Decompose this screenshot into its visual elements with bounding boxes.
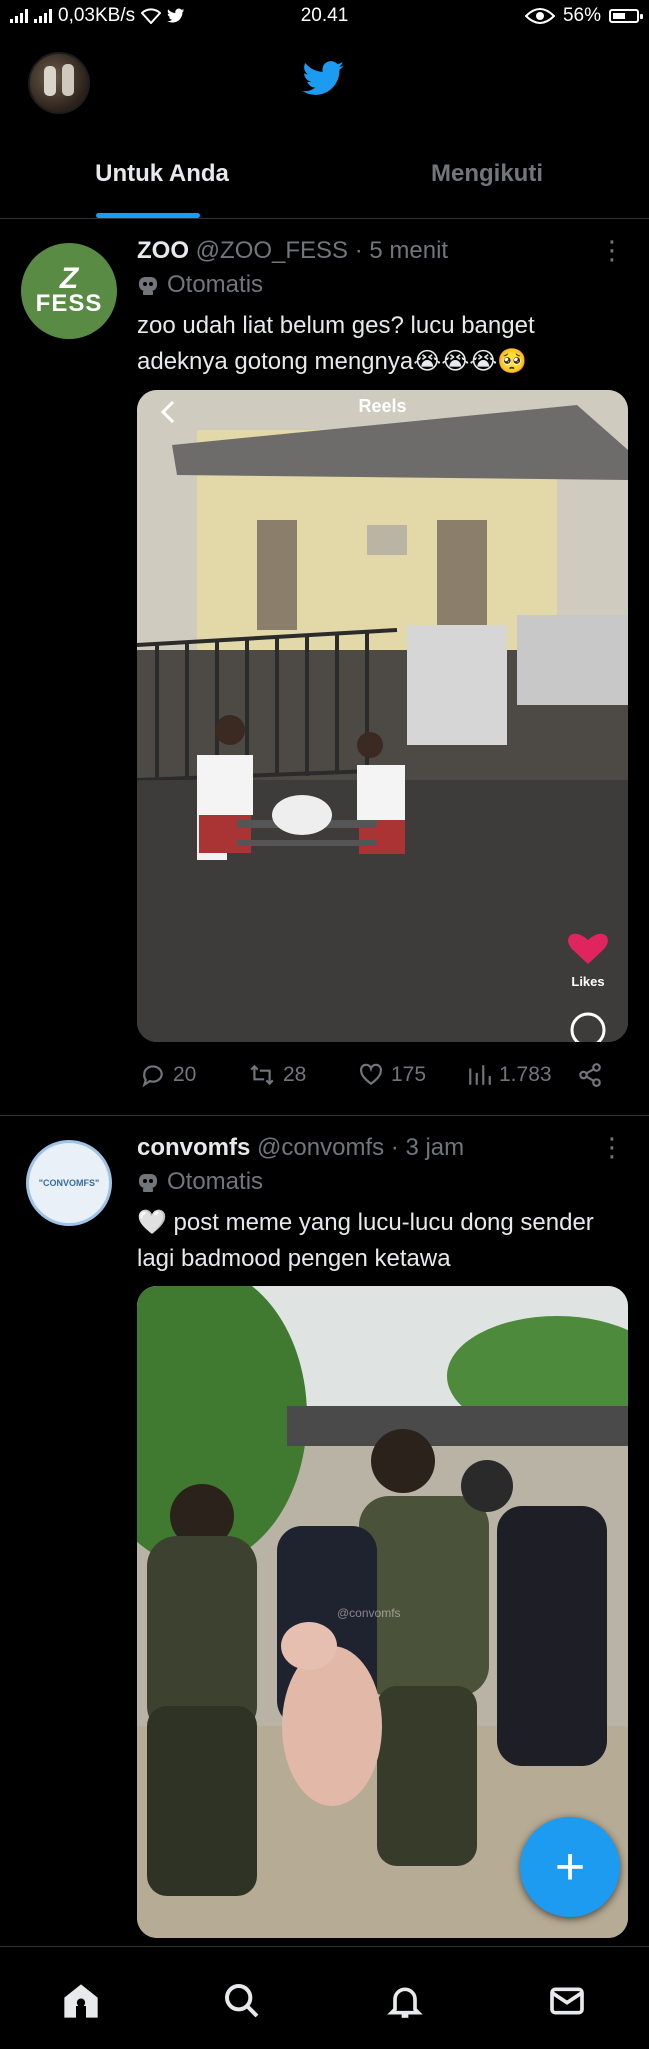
tweet-text: 🤍 post meme yang lucu-lucu dong sender l… [137,1209,594,1272]
more-options-icon[interactable]: ⋮ [599,235,625,266]
bottom-navigation [0,1946,649,2049]
tweet-time: · 3 jam [390,1134,465,1161]
likes-label: Likes [571,974,605,989]
like-button[interactable]: 175 [357,1062,426,1088]
battery-percent: 56% [562,5,601,26]
author-name[interactable]: ZOO [137,237,189,264]
tweet-header: ZOO @ZOO_FESS · 5 menit [137,237,448,265]
share-button[interactable] [577,1062,603,1088]
retweet-count: 28 [283,1063,307,1086]
search-icon[interactable] [222,1981,262,2021]
reply-count: 20 [173,1063,197,1086]
battery-icon [609,9,643,23]
reply-button[interactable]: 20 [139,1062,196,1088]
tweet-text: zoo udah liat belum ges? lucu banget ade… [137,312,535,375]
automated-label: Otomatis [137,271,263,299]
more-options-icon[interactable]: ⋮ [599,1132,625,1163]
views-button[interactable]: 1.783 [467,1062,552,1088]
avatar-text: FESS [35,290,103,317]
author-avatar[interactable]: "CONVOMFS" [26,1140,112,1226]
messages-icon[interactable] [547,1981,587,2021]
views-icon [469,1065,491,1085]
author-name[interactable]: convomfs [137,1134,250,1161]
reels-title: Reels [358,396,407,416]
tweet[interactable]: Z FESS ZOO @ZOO_FESS · 5 menit ⋮ Otomati… [0,219,649,1116]
avatar-text: "CONVOMFS" [38,1178,100,1188]
reply-icon [142,1065,163,1088]
profile-avatar[interactable] [28,52,90,114]
active-tab-indicator [96,213,200,218]
tweet-header: convomfs @convomfs · 3 jam [137,1134,464,1162]
like-count: 175 [391,1063,427,1086]
views-count: 1.783 [499,1063,552,1086]
notifications-icon[interactable] [385,1981,425,2021]
avatar-letter: Z [59,262,79,295]
status-bar: 0,03KB/s 20.41 56% [0,0,649,34]
eye-icon [524,8,555,24]
image-watermark: @convomfs [337,1606,401,1620]
author-handle[interactable]: @ZOO_FESS [196,237,348,264]
heart-icon [360,1063,382,1085]
automated-text: Otomatis [167,271,264,298]
video-thumbnail [137,390,628,1042]
retweet-icon [250,1064,274,1086]
bot-icon [139,277,157,295]
retweet-button[interactable]: 28 [247,1062,306,1088]
home-icon[interactable] [61,1981,101,2021]
top-bar [0,34,649,130]
tab-for-you[interactable]: Untuk Anda [0,130,324,218]
tab-following[interactable]: Mengikuti [325,130,649,218]
tweet-video[interactable]: Reels Likes [137,390,628,1042]
author-avatar[interactable]: Z FESS [21,243,117,339]
author-handle[interactable]: @convomfs [257,1134,384,1161]
timeline-tabs: Untuk Anda Mengikuti [0,130,649,219]
automated-text: Otomatis [167,1168,264,1195]
share-icon [579,1063,601,1087]
tweet-time: · 5 menit [354,237,449,264]
tweet-actions: 20 28 175 1.783 [137,1058,617,1092]
automated-label: Otomatis [137,1168,263,1196]
bot-icon [139,1174,157,1192]
compose-tweet-button[interactable]: + [520,1817,620,1917]
twitter-logo-icon[interactable] [302,61,346,97]
